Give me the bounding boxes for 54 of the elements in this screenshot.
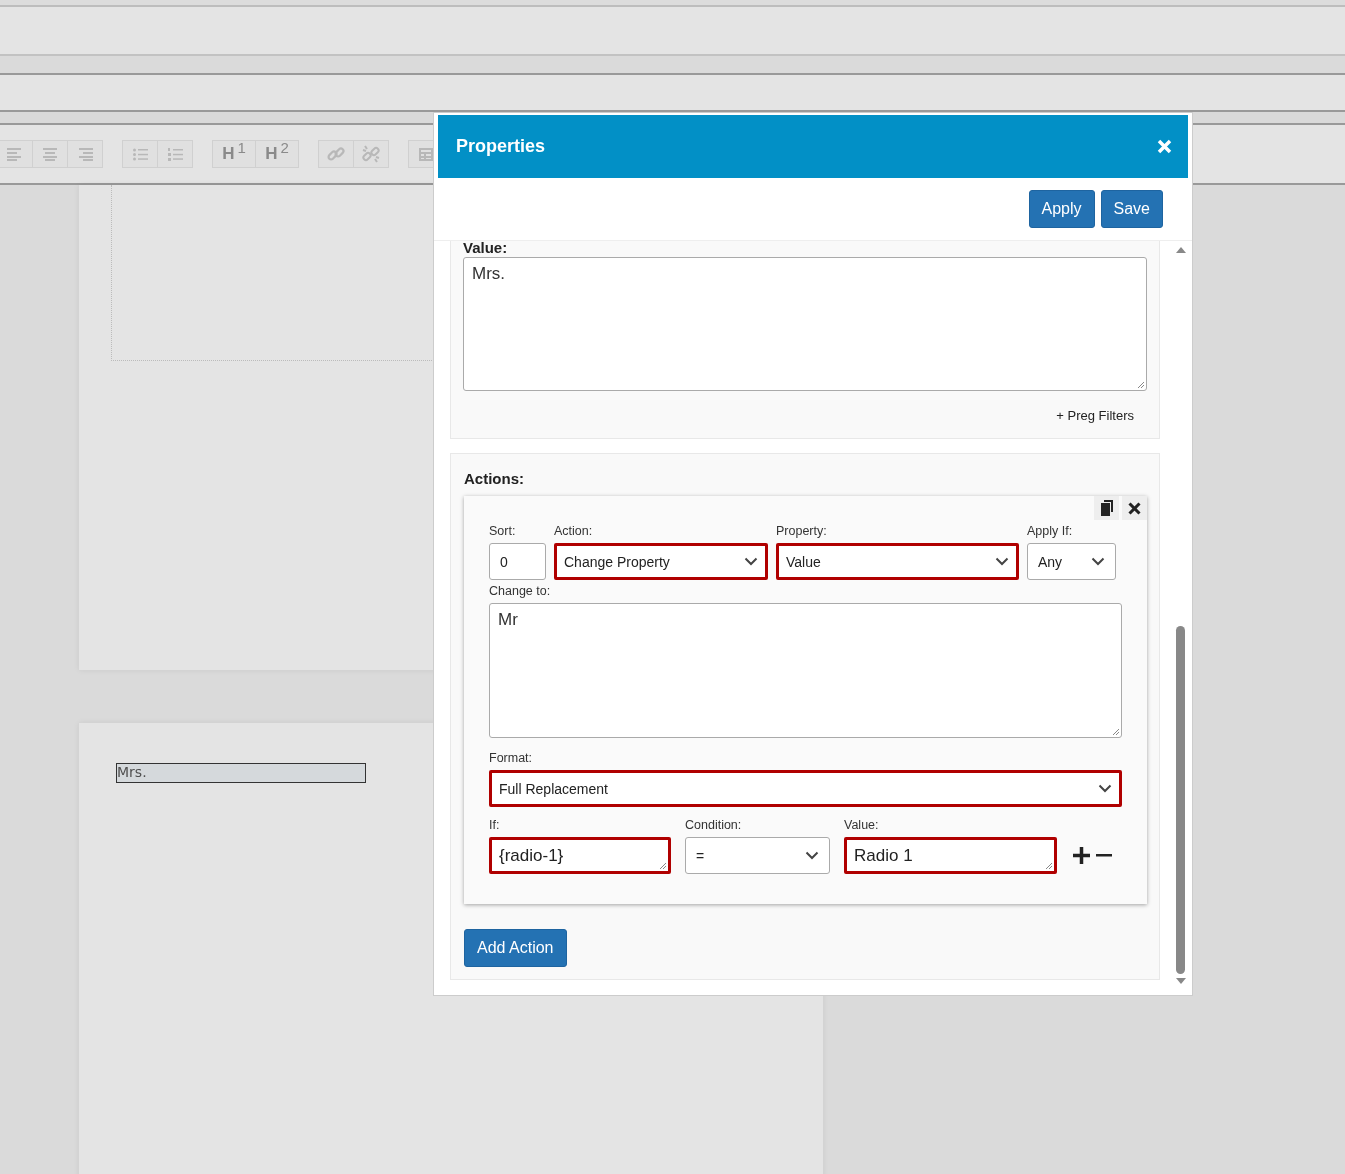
- field-label: If:: [489, 818, 500, 832]
- dropdown[interactable]: Any: [1027, 543, 1116, 580]
- align-right-icon: [77, 147, 93, 161]
- dialog-title: Properties: [456, 136, 546, 157]
- close-icon[interactable]: [1157, 139, 1172, 154]
- chevron-down-icon: [1091, 557, 1105, 566]
- chevron-down-icon: [1098, 784, 1112, 793]
- dropdown[interactable]: Value: [776, 543, 1019, 580]
- field-label: Format:: [489, 751, 533, 765]
- align-left-icon: [7, 147, 23, 161]
- field-label: Property:: [776, 524, 827, 538]
- field-label: Apply If:: [1027, 524, 1073, 538]
- preg-filters-link[interactable]: + Preg Filters: [1056, 408, 1134, 423]
- link-icon: [327, 145, 345, 163]
- scroll-up-icon[interactable]: [1176, 247, 1186, 253]
- form-field[interactable]: Mrs.: [116, 763, 366, 783]
- chevron-down-icon: [744, 557, 758, 566]
- numbered-list-icon: [167, 147, 183, 161]
- bullet-list-icon: [132, 147, 148, 161]
- input-field[interactable]: {radio-1}: [489, 837, 671, 874]
- copy-icon: [1099, 500, 1114, 516]
- field-label: Change to:: [489, 584, 551, 598]
- remove-button[interactable]: [1122, 496, 1147, 520]
- change-to-textarea[interactable]: Mr: [489, 603, 1122, 738]
- value-textarea[interactable]: Mrs.: [463, 257, 1147, 391]
- input-field[interactable]: 0: [489, 543, 546, 580]
- plus-icon[interactable]: [1073, 847, 1090, 864]
- dropdown[interactable]: Full Replacement: [489, 770, 1122, 807]
- chevron-down-icon: [805, 851, 819, 860]
- dropdown[interactable]: =: [685, 837, 830, 874]
- save-button[interactable]: Save: [1100, 190, 1163, 228]
- input-field[interactable]: Radio 1: [844, 837, 1057, 874]
- dropdown[interactable]: Change Property: [554, 543, 768, 580]
- resize-grip-icon[interactable]: [1137, 381, 1145, 389]
- minus-icon[interactable]: [1096, 853, 1112, 858]
- resize-grip-icon[interactable]: [659, 862, 667, 870]
- resize-grip-icon[interactable]: [1112, 728, 1120, 736]
- add-action-button[interactable]: Add Action: [464, 929, 567, 967]
- scroll-thumb[interactable]: [1176, 626, 1185, 974]
- field-label: Action:: [554, 524, 593, 538]
- scroll-down-icon[interactable]: [1176, 978, 1186, 984]
- table-icon: [419, 147, 433, 161]
- field-label: Condition:: [685, 818, 742, 832]
- close-icon: [1128, 501, 1141, 515]
- apply-button[interactable]: Apply: [1028, 190, 1095, 228]
- field-label: Value:: [844, 818, 879, 832]
- align-center-icon: [42, 147, 58, 161]
- section-label: Actions:: [464, 470, 524, 487]
- resize-grip-icon[interactable]: [1045, 862, 1053, 870]
- unlink-icon: [362, 145, 380, 163]
- section-label: Value:: [463, 241, 509, 256]
- field-label: Sort:: [489, 524, 516, 538]
- copy-button[interactable]: [1094, 496, 1119, 520]
- chevron-down-icon: [995, 557, 1009, 566]
